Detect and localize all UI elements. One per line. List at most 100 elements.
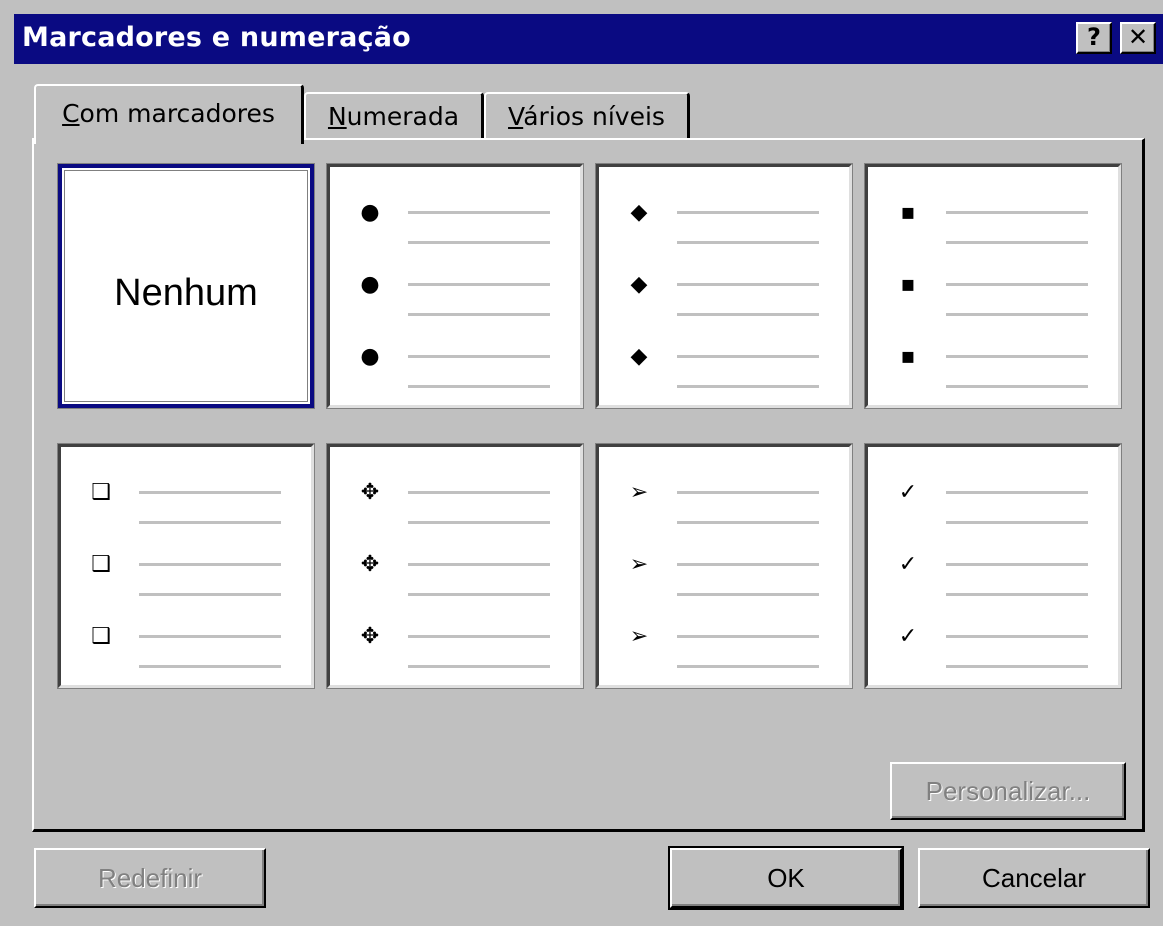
bullet-preview-row: ✓ [868,553,1118,596]
preview-text-line [946,491,1088,494]
tab-panel: Nenhum ● ● ● ◆ ◆ ◆ ▪ ▪ ▪ ❑ ❑ ❑ ✥ ✥ ✥ ➢ ➢ ➢ ✓ ✓ ✓ Personalizar… [32,138,1145,832]
bullet-preview-row: ✥ [330,480,580,524]
bullet-option[interactable]: ❑ ❑ ❑ [57,443,315,689]
bullet-option[interactable]: ✓ ✓ ✓ [864,443,1122,689]
filled-circle-bullet-icon: ● [360,200,380,225]
tab-numerada[interactable]: Numerada [304,92,484,142]
filled-circle-bullet-icon: ● [360,344,380,369]
bullet-preview-row: ▪ [868,201,1118,244]
bullet-option[interactable]: ▪ ▪ ▪ [864,163,1122,409]
preview-text-line [139,491,281,494]
four-diamond-bullet-icon: ✥ [360,480,380,505]
preview-text-line [677,355,819,358]
checkmark-bullet-icon: ✓ [898,480,918,505]
bullet-preview-row: ✥ [330,624,580,668]
bullet-preview-row: ● [330,344,580,388]
four-diamond-bullet-icon: ✥ [360,624,380,649]
preview-text-line [408,211,550,214]
bullet-preview-row: ❑ [61,552,311,596]
preview-text-line [408,283,550,286]
bullet-option[interactable]: ✥ ✥ ✥ [326,443,584,689]
preview-text-line [946,355,1088,358]
preview-text-line [946,211,1088,214]
preview-text-line [677,563,819,566]
preview-text-line [139,665,281,668]
bullet-preview-row: ▪ [868,273,1118,316]
preview-text-line [408,355,550,358]
bullet-preview-row: ◆ [599,344,849,388]
bullet-option[interactable]: ● ● ● [326,163,584,409]
bullet-preview-row: ● [330,273,580,316]
preview-text-line [408,665,550,668]
tab-mnemonic: C [62,99,80,128]
bullet-preview-row: ● [330,200,580,244]
preview-text-line [677,385,819,388]
preview-text-line [946,313,1088,316]
bullet-preview-row: ❑ [61,624,311,668]
tab-mnemonic: V [508,102,524,131]
bullet-option-label: Nenhum [114,272,258,314]
arrowhead-bullet-icon: ➢ [629,480,649,505]
preview-text-line [408,563,550,566]
preview-text-line [677,491,819,494]
bullet-preview-row: ✥ [330,552,580,596]
personalizar-button[interactable]: Personalizar... [890,762,1126,820]
preview-text-line [408,313,550,316]
tab-varios-niveis[interactable]: Vários níveis [484,92,690,142]
bullet-preview-row: ▪ [868,344,1118,388]
preview-text-line [677,593,819,596]
bullet-preview-row: ✓ [868,624,1118,668]
four-diamond-bullet-icon: ✥ [360,552,380,577]
hollow-square-bullet-icon: ❑ [91,552,111,577]
preview-text-line [408,491,550,494]
filled-diamond-bullet-icon: ◆ [630,344,648,369]
bullet-preview-row: ✓ [868,480,1118,524]
preview-text-line [946,593,1088,596]
tab-mnemonic: N [327,102,347,131]
bullet-preview-row: ➢ [599,552,849,596]
ok-button[interactable]: OK [668,846,904,910]
preview-text-line [946,283,1088,286]
preview-text-line [677,313,819,316]
redefinir-button[interactable]: Redefinir [34,848,266,908]
preview-text-line [408,521,550,524]
preview-text-line [946,241,1088,244]
dialog-title: Marcadores e numeração [22,22,411,53]
bullet-option-none[interactable]: Nenhum [57,163,315,409]
bullet-preview-row: ➢ [599,624,849,668]
cancelar-button[interactable]: Cancelar [918,848,1150,908]
preview-text-line [139,635,281,638]
bullet-option[interactable]: ◆ ◆ ◆ [595,163,853,409]
bullet-preview-row: ➢ [599,480,849,524]
help-button[interactable]: ? [1076,22,1112,54]
preview-text-line [946,521,1088,524]
filled-diamond-bullet-icon: ◆ [630,200,648,225]
preview-text-line [139,563,281,566]
close-button[interactable]: ✕ [1120,22,1156,54]
hollow-square-bullet-icon: ❑ [91,480,111,505]
preview-text-line [677,241,819,244]
preview-text-line [677,521,819,524]
preview-text-line [408,593,550,596]
preview-text-line [946,563,1088,566]
tab-label-rest: ários níveis [523,102,665,131]
arrowhead-bullet-icon: ➢ [629,552,649,577]
preview-text-line [946,665,1088,668]
bullet-preview-row: ◆ [599,272,849,316]
filled-diamond-bullet-icon: ◆ [630,272,648,297]
hollow-square-bullet-icon: ❑ [91,624,111,649]
preview-text-line [139,521,281,524]
preview-text-line [677,665,819,668]
preview-text-line [946,635,1088,638]
preview-text-line [677,211,819,214]
tab-com-marcadores[interactable]: Com marcadores [34,84,304,144]
preview-text-line [408,635,550,638]
arrowhead-bullet-icon: ➢ [629,624,649,649]
checkmark-bullet-icon: ✓ [898,624,918,649]
preview-text-line [408,385,550,388]
bullet-option[interactable]: ➢ ➢ ➢ [595,443,853,689]
filled-square-bullet-icon: ▪ [900,344,916,369]
preview-text-line [677,635,819,638]
preview-text-line [139,593,281,596]
title-bar: Marcadores e numeração ? ✕ [14,14,1163,64]
